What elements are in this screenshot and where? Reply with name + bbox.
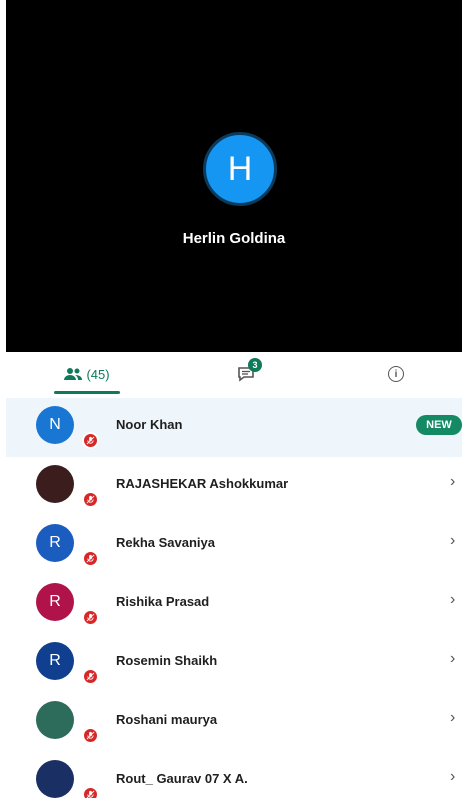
chevron-right-icon[interactable]: › [450,591,455,609]
mic-muted-icon [82,727,99,744]
tab-participants[interactable]: (45) [46,352,128,396]
participant-row[interactable]: Roshani maurya › [6,693,462,752]
chevron-right-icon[interactable]: › [450,768,455,786]
mic-muted-icon [82,550,99,567]
chevron-right-icon[interactable]: › [450,709,455,727]
mic-muted-icon [82,491,99,508]
panel-tabs: (45) 3 i [6,352,462,396]
people-icon [64,368,83,380]
participant-avatar [36,465,74,503]
tab-info[interactable]: i [376,352,416,396]
active-speaker-view: H Herlin Goldina [6,0,462,352]
participant-row[interactable]: R Rosemin Shaikh › [6,634,462,693]
speaker-name: Herlin Goldina [182,230,286,247]
participant-avatar: R [36,524,74,562]
new-badge: NEW [416,415,462,435]
mic-muted-icon [82,668,99,685]
participant-row[interactable]: R Rishika Prasad › [6,575,462,634]
mic-muted-icon [82,786,99,798]
tab-chat[interactable]: 3 [222,352,272,396]
meeting-screen: H Herlin Goldina (45) 3 i N Noor Khan NE… [6,0,462,798]
participant-row[interactable]: RAJASHEKAR Ashokkumar › [6,457,462,516]
participant-avatar: R [36,642,74,680]
participant-avatar [36,760,74,798]
mic-muted-icon [82,609,99,626]
participant-avatar [36,701,74,739]
participant-name: Rosemin Shaikh [116,653,218,668]
participant-name: Rishika Prasad [116,594,210,609]
participant-row[interactable]: R Rekha Savaniya › [6,516,462,575]
speaker-avatar: H [203,132,277,206]
info-icon: i [388,366,404,382]
participant-avatar: N [36,406,74,444]
participant-avatar: R [36,583,74,621]
chevron-right-icon[interactable]: › [450,473,455,491]
chevron-right-icon[interactable]: › [450,650,455,668]
chevron-right-icon[interactable]: › [450,532,455,550]
participant-name: Roshani maurya [116,712,218,727]
participant-name: RAJASHEKAR Ashokkumar [116,476,289,491]
mic-muted-icon [82,432,99,449]
participant-name: Rekha Savaniya [116,535,216,550]
chat-unread-badge: 3 [248,358,262,372]
participant-name: Noor Khan [116,417,183,432]
tab-underline [54,391,120,394]
participants-count: (45) [86,366,110,382]
participant-row[interactable]: Rout_ Gaurav 07 X A. › [6,752,462,798]
participant-row[interactable]: N Noor Khan NEW [6,398,462,457]
participant-name: Rout_ Gaurav 07 X A. [116,771,248,786]
